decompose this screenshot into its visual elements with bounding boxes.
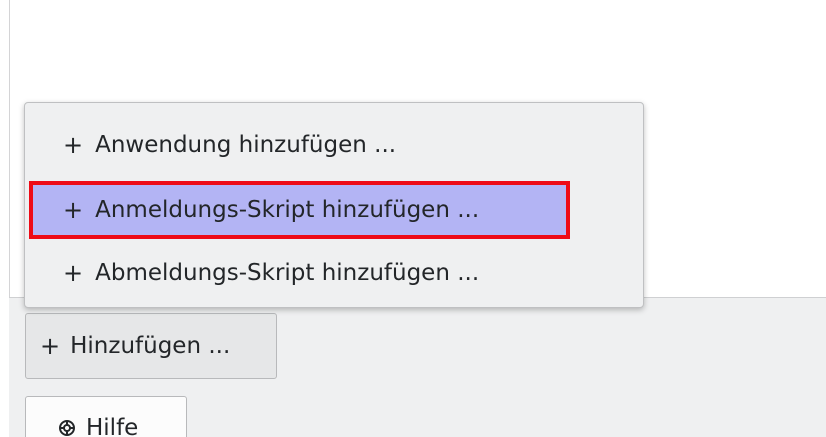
screen: + Hinzufügen ... Hilfe + Anwendung hinzu…	[0, 0, 826, 437]
help-button[interactable]: Hilfe	[25, 396, 187, 437]
plus-icon: +	[63, 131, 84, 159]
add-button[interactable]: + Hinzufügen ...	[25, 313, 277, 379]
menu-item-add-application[interactable]: + Anwendung hinzufügen ...	[31, 119, 637, 171]
menu-item-label: Anwendung hinzufügen ...	[95, 132, 397, 158]
add-button-label: Hinzufügen ...	[70, 333, 231, 359]
menu-item-add-login-script[interactable]: + Anmeldungs-Skript hinzufügen ...	[29, 181, 570, 239]
plus-icon: +	[63, 259, 84, 287]
menu-item-label: Abmeldungs-Skript hinzufügen ...	[95, 260, 480, 286]
plus-icon: +	[63, 196, 84, 224]
help-icon	[59, 420, 75, 436]
plus-icon: +	[40, 332, 61, 360]
menu-item-add-logout-script[interactable]: + Abmeldungs-Skript hinzufügen ...	[31, 247, 637, 299]
left-divider	[9, 0, 10, 298]
menu-item-label: Anmeldungs-Skript hinzufügen ...	[95, 197, 480, 223]
help-button-label: Hilfe	[86, 415, 139, 437]
add-popup-menu: + Anwendung hinzufügen ... + Anmeldungs-…	[24, 102, 644, 308]
